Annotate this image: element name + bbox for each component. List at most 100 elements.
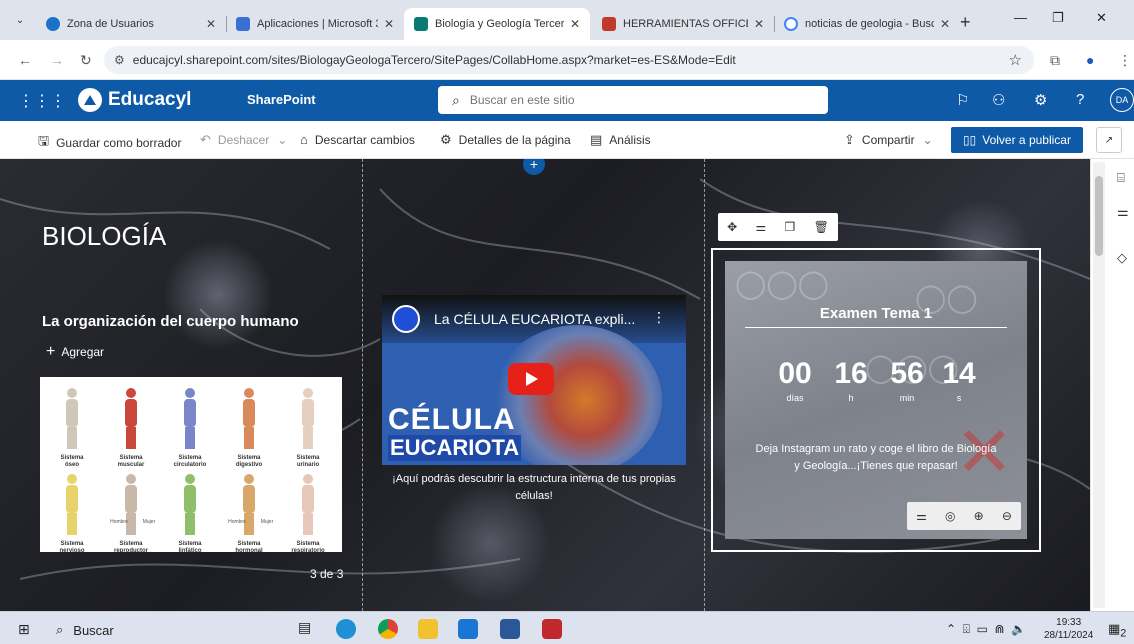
- taskbar-search-label: Buscar: [73, 622, 114, 638]
- brand-name[interactable]: Educacyl: [108, 89, 191, 111]
- save-draft-label: Guardar como borrador: [56, 136, 182, 150]
- undo-chevron-icon[interactable]: ⌄: [277, 133, 287, 147]
- scrollbar-thumb[interactable]: [1095, 176, 1103, 256]
- analytics-button[interactable]: ▤ Análisis: [590, 132, 651, 148]
- system-label: urinario: [297, 462, 320, 468]
- countdown-timer-webpart[interactable]: ◯◯◯ ◯◯ ◯◯◯ ✕ Examen Tema 1 00 días 16 h …: [725, 261, 1027, 539]
- address-bar[interactable]: ⚙ educajcyl.sharepoint.com/sites/Biologa…: [104, 46, 1034, 74]
- back-arrow-icon[interactable]: ←: [18, 52, 32, 68]
- sex-label: Hombre: [228, 519, 246, 525]
- delete-trash-icon[interactable]: 🗑: [814, 220, 829, 234]
- taskbar-clock[interactable]: 19:33 28/11/2024: [1044, 616, 1093, 642]
- task-view-icon[interactable]: ▤: [298, 619, 318, 639]
- profile-icon[interactable]: ●: [1086, 52, 1094, 68]
- word-icon[interactable]: [500, 619, 520, 639]
- tab-favicon-icon: [784, 17, 798, 31]
- forward-arrow-icon[interactable]: →: [50, 52, 64, 68]
- column-divider: [362, 159, 363, 611]
- sex-label: Hombre: [110, 519, 128, 525]
- help-icon[interactable]: ?: [1076, 91, 1084, 108]
- properties-sliders-icon[interactable]: ⚌: [1117, 204, 1129, 220]
- bookmark-star-icon[interactable]: ☆: [1009, 51, 1022, 69]
- extensions-puzzle-icon[interactable]: ⧉: [1050, 52, 1060, 69]
- channel-avatar[interactable]: [392, 305, 420, 333]
- restore-icon[interactable]: ❐: [1052, 10, 1064, 26]
- windows-taskbar: ⊞ ⌕ Buscar ▤ ⌃ ⌹ ▭ ⋒ 🔈 19:33 28/11/2024 …: [0, 611, 1134, 644]
- page-details-button[interactable]: ⚙ Detalles de la página: [440, 132, 571, 148]
- file-explorer-icon[interactable]: [418, 619, 438, 639]
- site-info-icon[interactable]: ⚙: [114, 53, 125, 67]
- zoom-out-icon[interactable]: ⊖: [1002, 509, 1012, 523]
- acrobat-icon[interactable]: [542, 619, 562, 639]
- reset-zoom-icon[interactable]: ◎: [945, 509, 955, 523]
- system-tray[interactable]: ⌃ ⌹ ▭ ⋒ 🔈: [946, 622, 1026, 637]
- app-name[interactable]: SharePoint: [247, 92, 316, 107]
- new-tab-plus-icon[interactable]: +: [960, 12, 971, 33]
- figure-legs: [185, 513, 195, 535]
- days-label: días: [786, 393, 804, 403]
- video-more-icon[interactable]: ⋮: [652, 309, 666, 326]
- user-avatar[interactable]: DA: [1110, 88, 1134, 112]
- reload-icon[interactable]: ↻: [80, 52, 92, 69]
- app-launcher-icon[interactable]: ⋮⋮⋮: [18, 91, 66, 111]
- analytics-chart-icon: ▤: [590, 132, 603, 147]
- search-input[interactable]: [469, 93, 790, 107]
- browser-tab[interactable]: HERRAMIENTAS OFFICE 365 ✕: [592, 8, 774, 40]
- browser-tab-active[interactable]: Biología y Geología Tercero ✕: [404, 8, 590, 40]
- network-icon[interactable]: ⚇: [992, 91, 1005, 109]
- tab-favicon-icon: [602, 17, 616, 31]
- chrome-browser-icon[interactable]: [378, 619, 398, 639]
- republish-button[interactable]: ▯▯ Volver a publicar: [951, 127, 1083, 153]
- windows-start-icon[interactable]: ⊞: [18, 621, 30, 638]
- site-search-box[interactable]: ⌕: [438, 86, 828, 114]
- browser-tab[interactable]: Aplicaciones | Microsoft 365 ✕: [226, 8, 404, 40]
- toolbox-icon[interactable]: ⌸: [1117, 170, 1125, 186]
- close-window-icon[interactable]: ✕: [1096, 10, 1107, 26]
- system-label: muscular: [118, 462, 145, 468]
- video-title[interactable]: La CÉLULA EUCARIOTA expli...: [434, 311, 635, 327]
- system-label: Sistema: [237, 541, 261, 547]
- section-title[interactable]: BIOLOGÍA: [42, 221, 166, 252]
- close-tab-icon[interactable]: ✕: [934, 17, 950, 31]
- collapse-toolbar-icon[interactable]: ↗: [1096, 127, 1122, 153]
- mail-icon[interactable]: [458, 619, 478, 639]
- duplicate-icon[interactable]: ❐: [785, 220, 796, 234]
- adjust-sliders-icon[interactable]: ⚌: [916, 509, 927, 523]
- figure-torso: [243, 485, 255, 513]
- move-icon[interactable]: ✥: [727, 220, 737, 234]
- edge-browser-icon[interactable]: [336, 619, 356, 639]
- edit-properties-icon[interactable]: ⚌: [755, 220, 766, 234]
- taskbar-search[interactable]: ⌕ Buscar: [56, 622, 114, 638]
- browser-tab[interactable]: Zona de Usuarios ✕: [36, 8, 226, 40]
- settings-gear-icon[interactable]: ⚙: [1034, 91, 1047, 109]
- add-item-button[interactable]: + Agregar: [46, 343, 104, 361]
- minimize-icon[interactable]: —: [1014, 10, 1027, 25]
- notifications-icon[interactable]: ▦2: [1108, 621, 1126, 640]
- video-caption[interactable]: ¡Aquí podrás descubrir la estructura int…: [382, 471, 686, 505]
- browser-menu-icon[interactable]: ⋮: [1118, 52, 1132, 69]
- close-tab-icon[interactable]: ✕: [378, 17, 394, 31]
- undo-button[interactable]: ↶ Deshacer ⌄: [200, 132, 287, 148]
- share-label: Compartir: [861, 133, 915, 147]
- countdown-minutes: 56 min: [877, 357, 937, 403]
- browser-tab[interactable]: noticias de geologia - Busca ✕: [774, 8, 960, 40]
- hours-value: 16: [834, 357, 868, 390]
- carousel-heading[interactable]: La organización del cuerpo humano: [42, 313, 299, 330]
- tab-search-chevron-icon[interactable]: ⌄: [10, 10, 30, 30]
- play-button-icon[interactable]: [508, 363, 554, 395]
- tab-title: HERRAMIENTAS OFFICE 365: [623, 18, 748, 30]
- megaphone-icon[interactable]: ⚐: [956, 91, 969, 109]
- close-tab-icon[interactable]: ✕: [748, 17, 764, 31]
- design-ideas-icon[interactable]: ◇: [1117, 250, 1127, 266]
- zoom-in-icon[interactable]: ⊕: [974, 509, 984, 523]
- figure-head: [185, 474, 195, 484]
- human-body-systems-image[interactable]: Sistema óseo Sistema muscular Sistema circula…: [40, 377, 342, 552]
- url-text[interactable]: educajcyl.sharepoint.com/sites/BiologayG…: [133, 53, 736, 67]
- save-draft-button[interactable]: 🖫 Guardar como borrador: [38, 132, 181, 154]
- tab-favicon-icon: [46, 17, 60, 31]
- youtube-video-embed[interactable]: La CÉLULA EUCARIOTA expli... ⋮ CÉLULA EU…: [382, 295, 686, 465]
- close-tab-icon[interactable]: ✕: [564, 17, 580, 31]
- close-tab-icon[interactable]: ✕: [200, 17, 216, 31]
- share-button[interactable]: ⇪ Compartir ⌄: [844, 132, 933, 148]
- discard-changes-button[interactable]: ⌂ Descartar cambios: [300, 132, 415, 147]
